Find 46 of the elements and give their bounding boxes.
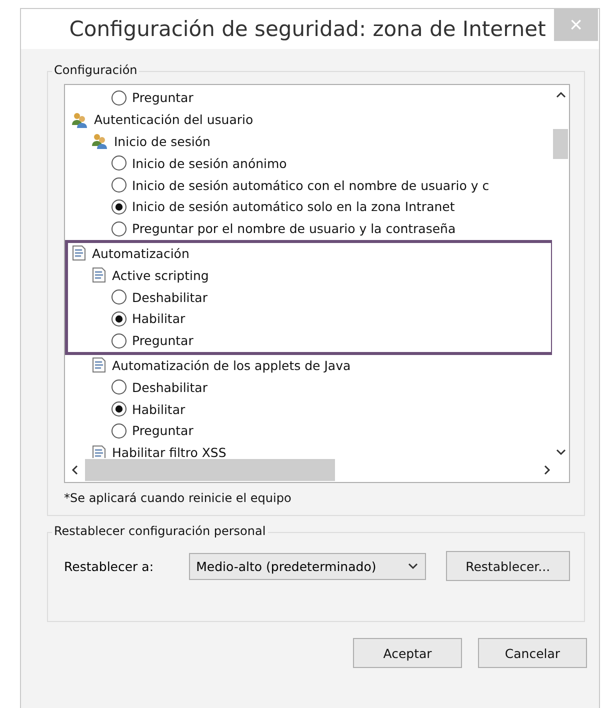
radio-button[interactable]	[111, 90, 127, 106]
users-icon	[91, 133, 109, 150]
radio-button[interactable]	[111, 332, 127, 349]
script-icon	[91, 357, 107, 374]
setting-label: Automatización	[92, 246, 190, 261]
ok-button[interactable]: Aceptar	[353, 638, 462, 668]
radio-button[interactable]	[111, 310, 127, 327]
setting-label: Habilitar filtro XSS	[112, 445, 226, 458]
level-dropdown[interactable]: Medio-alto (predeterminado)	[189, 552, 426, 580]
scroll-thumb[interactable]	[553, 129, 568, 159]
group-label: Restablecer configuración personal	[52, 524, 268, 538]
option-label: Preguntar	[132, 423, 194, 438]
settings-list[interactable]	[64, 84, 570, 483]
option-label: Habilitar	[132, 311, 186, 326]
setting-label: Active scripting	[112, 268, 209, 283]
radio-button[interactable]	[111, 379, 127, 396]
option-label: Deshabilitar	[132, 290, 208, 305]
setting-label: Automatización de los applets de Java	[112, 358, 351, 373]
option-label: Preguntar por el nombre de usuario y la contraseña	[132, 221, 456, 236]
restart-note: *Se aplicará cuando reinicie el equipo	[64, 491, 292, 505]
option-label: Preguntar	[132, 90, 194, 106]
reset-button[interactable]: Restablecer...	[446, 551, 570, 581]
option-label: Inicio de sesión anónimo	[132, 156, 287, 171]
script-icon	[91, 267, 107, 284]
option-label: Habilitar	[132, 402, 186, 417]
users-icon	[71, 112, 89, 128]
group-label: Configuración	[52, 63, 140, 77]
setting-label: Inicio de sesión	[114, 134, 210, 149]
radio-button[interactable]	[111, 177, 127, 194]
field-label: Restablecer a:	[64, 558, 155, 574]
radio-button[interactable]	[111, 198, 127, 215]
radio-button[interactable]	[111, 422, 127, 439]
radio-button[interactable]	[111, 155, 127, 172]
radio-button[interactable]	[111, 401, 127, 418]
setting-label: Autenticación del usuario	[94, 112, 254, 128]
option-label: Preguntar	[132, 333, 194, 348]
scroll-thumb[interactable]	[85, 459, 335, 481]
radio-button[interactable]	[111, 289, 127, 306]
radio-button[interactable]	[111, 220, 127, 237]
script-icon	[91, 444, 107, 458]
cancel-button[interactable]: Cancelar	[478, 638, 587, 668]
script-icon	[71, 245, 87, 262]
option-label: Inicio de sesión automático con el nombre de usuario y c	[132, 178, 490, 193]
option-label: Inicio de sesión automático solo en la zona Intranet	[132, 199, 455, 214]
window-title: Configuración de seguridad: zona de Internet	[68, 17, 547, 41]
option-label: Deshabilitar	[132, 380, 208, 395]
